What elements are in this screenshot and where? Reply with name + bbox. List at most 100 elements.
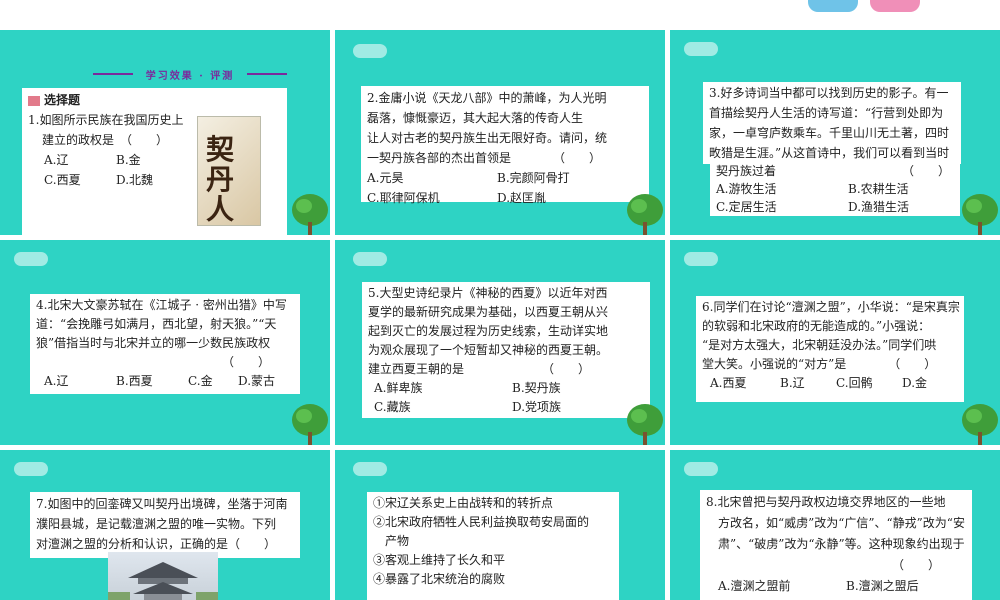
question-line: 契丹族过着 （ ） [716, 164, 951, 178]
option[interactable]: C.藏族 [374, 398, 512, 417]
cloud-decoration [684, 252, 718, 266]
slide-panel-7: 7.如图中的回銮碑又叫契丹出境碑，坐落于河南 濮阳县城，是记载澶渊之盟的唯一实物… [0, 450, 330, 600]
top-decoration-pink [870, 0, 920, 12]
option[interactable]: A.游牧生活 [716, 180, 848, 198]
question-line: 5.大型史诗纪录片《神秘的西夏》以近年对西 [368, 286, 608, 300]
tree-icon [627, 404, 663, 445]
question-line: 一契丹族各部的杰出首领是 （ ） [367, 151, 602, 165]
slide-panel-1: 学习效果 · 评测 选择题 1.如图所示民族在我国历史上 建立的政权是 （ ） … [0, 30, 330, 235]
slide-panel-9: 8.北宋曾把与契丹政权边境交界地区的一些地 方改名，如“威虏”改为“广信”、“静… [670, 450, 1000, 600]
option[interactable]: B.完颜阿骨打 [497, 168, 570, 188]
option[interactable]: C.定居生活 [716, 198, 848, 216]
option[interactable]: D.党项族 [512, 398, 561, 417]
statement-line: 产物 [373, 534, 410, 548]
options-row: C.耶律阿保机 D.赵匡胤 [367, 188, 643, 208]
section-header: 学习效果 · 评测 [93, 67, 287, 82]
option[interactable]: D.金 [902, 374, 927, 393]
question-line: 建立西夏王朝的是 （ ） [368, 362, 591, 376]
option[interactable]: D.赵匡胤 [497, 188, 546, 208]
option[interactable]: B.契丹族 [512, 379, 561, 398]
slide-panel-2: 2.金庸小说《天龙八部》中的萧峰，为人光明 磊落，慷慨豪迈，其大起大落的传奇人生… [335, 30, 665, 235]
option[interactable]: A.元昊 [367, 168, 497, 188]
question-line: 磊落，慷慨豪迈，其大起大落的传奇人生 [367, 111, 584, 125]
option[interactable]: B.澶渊之盟后 [846, 576, 919, 597]
tree-icon [292, 194, 328, 235]
options-row: C.藏族 D.党项族 [368, 398, 644, 417]
tree-icon [962, 404, 998, 445]
tree-icon [962, 194, 998, 235]
question-line: （ ） [706, 558, 941, 572]
question-card-7-statements: ①宋辽关系史上由战转和的转折点 ②北宋政府牺牲人民利益换取苟安局面的 产物 ③客… [367, 492, 619, 600]
question-line: 8.北宋曾把与契丹政权边境交界地区的一些地 [706, 495, 946, 509]
option[interactable]: B.农耕生活 [848, 180, 909, 198]
slide-panel-8: ①宋辽关系史上由战转和的转折点 ②北宋政府牺牲人民利益换取苟安局面的 产物 ③客… [335, 450, 665, 600]
question-card-4: 4.北宋大文豪苏轼在《江城子 · 密州出猎》中写 道：“会挽雕弓如满月，西北望，… [30, 294, 300, 394]
question-line: 首描绘契丹人生活的诗写道：“行营到处即为 [709, 106, 944, 120]
question-line: 的软弱和北宋政府的无能造成的。”小强说： [702, 319, 931, 333]
option[interactable]: B.西夏 [116, 372, 188, 391]
question-line: 道：“会挽雕弓如满月，西北望，射天狼。”“天 [36, 317, 277, 331]
slide-panel-3: 3.好多诗词当中都可以找到历史的影子。有一 首描绘契丹人生活的诗写道：“行营到处… [670, 30, 1000, 235]
question-card-8: 8.北宋曾把与契丹政权边境交界地区的一些地 方改名，如“威虏”改为“广信”、“静… [700, 490, 972, 600]
statement-line: ②北宋政府牺牲人民利益换取苟安局面的 [373, 515, 590, 529]
pavilion-icon [108, 562, 218, 600]
option[interactable]: A.西夏 [710, 374, 780, 393]
book-cover-image: 契丹人 [197, 116, 261, 226]
option[interactable]: C.金 [188, 372, 238, 391]
options-row: A.辽 B.西夏 C.金 D.蒙古 [36, 372, 294, 391]
question-line: 堂大笑。小强说的“对方”是 （ ） [702, 357, 937, 371]
question-card-6: 6.同学们在讨论“澶渊之盟”，小华说：“是宋真宗 的软弱和北宋政府的无能造成的。… [696, 296, 964, 402]
options-row: A.西夏 B.辽 C.回鹘 D.金 [702, 374, 958, 393]
cloud-decoration [353, 44, 387, 58]
section-label: 选择题 [28, 90, 281, 110]
option[interactable]: B.金 [116, 150, 141, 170]
statement-line: ④暴露了北宋统治的腐败 [373, 572, 506, 586]
cloud-decoration [353, 252, 387, 266]
statement-line: ①宋辽关系史上由战转和的转折点 [373, 496, 554, 510]
question-line: 对澶渊之盟的分析和认识，正确的是（ ） [36, 537, 277, 551]
question-line: 3.好多诗词当中都可以找到历史的影子。有一 [709, 86, 949, 100]
question-line: 4.北宋大文豪苏轼在《江城子 · 密州出猎》中写 [36, 298, 287, 312]
option[interactable]: A.鲜卑族 [374, 379, 512, 398]
option[interactable]: C.回鹘 [836, 374, 902, 393]
question-card-7: 7.如图中的回銮碑又叫契丹出境碑，坐落于河南 濮阳县城，是记载澶渊之盟的唯一实物… [30, 492, 300, 558]
option[interactable]: A.辽 [44, 372, 116, 391]
question-line: “是对方太强大，北宋朝廷没办法。”同学们哄 [702, 338, 937, 352]
option[interactable]: D.北魏 [116, 170, 153, 190]
options-row: A.游牧生活 B.农耕生活 [716, 180, 954, 198]
question-line: 2.金庸小说《天龙八部》中的萧峰，为人光明 [367, 91, 607, 105]
cloud-decoration [14, 252, 48, 266]
option[interactable]: C.耶律阿保机 [367, 188, 497, 208]
question-line: 濮阳县城，是记载澶渊之盟的唯一实物。下列 [36, 517, 277, 531]
tree-icon [292, 404, 328, 445]
option[interactable]: A.辽 [44, 150, 116, 170]
question-line: 夏学的最新研究成果为基础，以西夏王朝从兴 [368, 305, 609, 319]
question-line: 方改名，如“威虏”改为“广信”、“静戎”改为“安 [718, 516, 965, 530]
slide-panel-6: 6.同学们在讨论“澶渊之盟”，小华说：“是宋真宗 的软弱和北宋政府的无能造成的。… [670, 240, 1000, 445]
slide-panel-5: 5.大型史诗纪录片《神秘的西夏》以近年对西 夏学的最新研究成果为基础，以西夏王朝… [335, 240, 665, 445]
cloud-decoration [353, 462, 387, 476]
cloud-decoration [684, 462, 718, 476]
tree-icon [627, 194, 663, 235]
cloud-decoration [14, 462, 48, 476]
option[interactable]: A.澶渊之盟前 [718, 576, 846, 597]
question-card-3: 3.好多诗词当中都可以找到历史的影子。有一 首描绘契丹人生活的诗写道：“行营到处… [703, 82, 961, 164]
question-card-3-options: 契丹族过着 （ ） A.游牧生活 B.农耕生活 C.定居生活 D.渔猎生活 [710, 160, 960, 216]
question-line: 狼”借指当时与北宋并立的哪一少数民族政权 [36, 336, 271, 350]
options-row: A.澶渊之盟前 B.澶渊之盟后 [706, 576, 966, 597]
question-card-1: 选择题 1.如图所示民族在我国历史上 建立的政权是 （ ） A.辽 B.金 C.… [22, 88, 287, 235]
section-tag-icon [28, 95, 40, 106]
question-line: 6.同学们在讨论“澶渊之盟”，小华说：“是宋真宗 [702, 300, 960, 314]
cloud-decoration [684, 42, 718, 56]
question-card-5: 5.大型史诗纪录片《神秘的西夏》以近年对西 夏学的最新研究成果为基础，以西夏王朝… [362, 282, 650, 418]
option[interactable]: D.蒙古 [238, 372, 275, 391]
option[interactable]: D.渔猎生活 [848, 198, 909, 216]
question-line: 让人对古老的契丹族生出无限好奇。请问，统 [367, 131, 608, 145]
options-row: C.定居生活 D.渔猎生活 [716, 198, 954, 216]
book-cover-title: 契丹人 [206, 133, 235, 226]
question-line: 起到灭亡的发展过程为历史线索，生动详实地 [368, 324, 609, 338]
statement-line: ③客观上维持了长久和平 [373, 553, 506, 567]
option[interactable]: B.辽 [780, 374, 836, 393]
question-line: 为观众展现了一个短暂却又神秘的西夏王朝。 [368, 343, 609, 357]
option[interactable]: C.西夏 [44, 170, 116, 190]
